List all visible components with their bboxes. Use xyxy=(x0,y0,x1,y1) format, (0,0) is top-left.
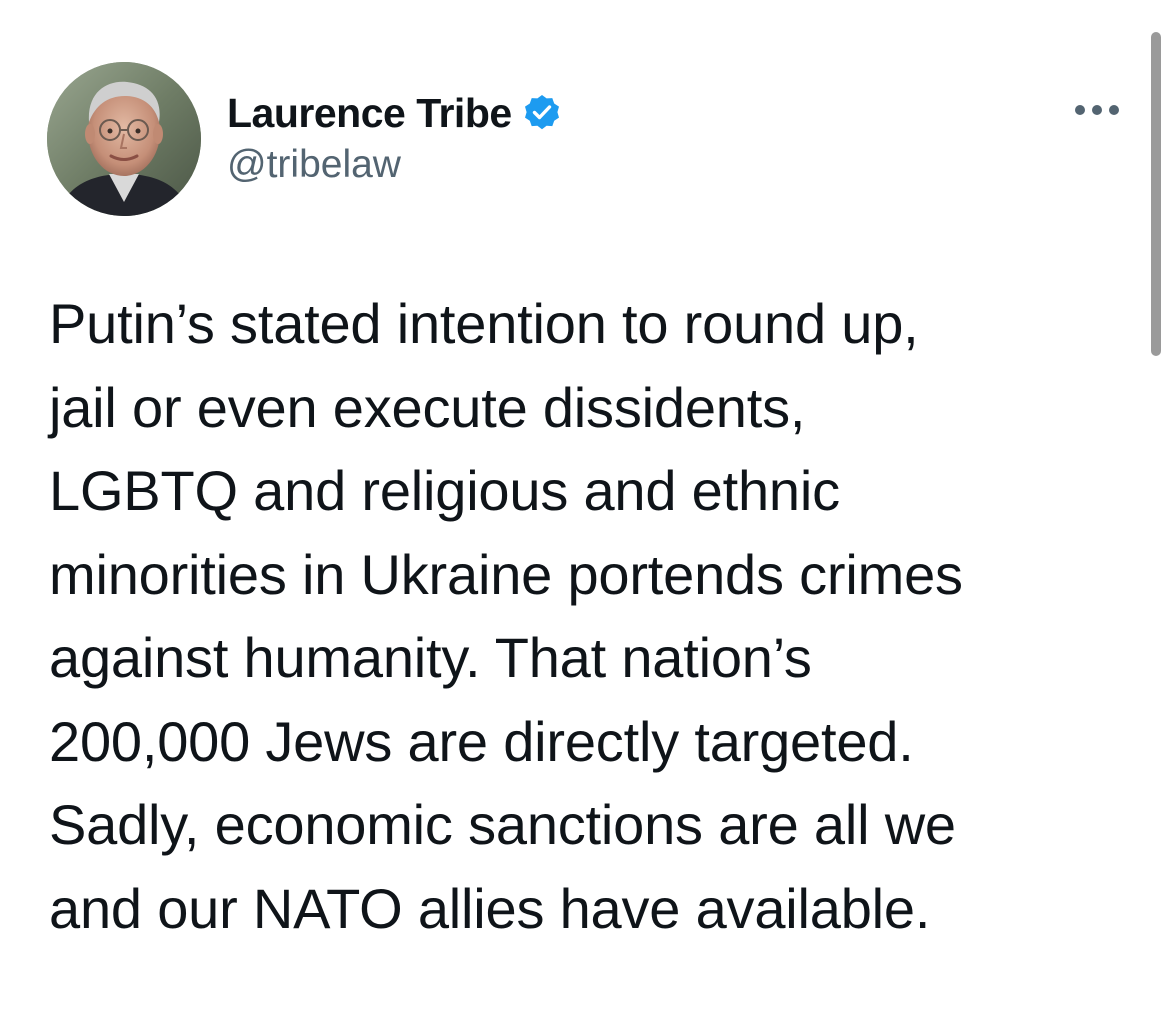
avatar-photo-icon xyxy=(47,62,201,216)
scrollbar[interactable] xyxy=(1151,32,1161,356)
verified-badge-icon xyxy=(522,93,562,133)
tweet-text: Putin’s stated intention to round up, ja… xyxy=(49,292,963,940)
more-options-icon xyxy=(1075,105,1119,115)
more-options-button[interactable] xyxy=(1068,95,1126,125)
author-name-row: Laurence Tribe xyxy=(227,88,562,138)
avatar[interactable] xyxy=(47,62,201,216)
author-display-name[interactable]: Laurence Tribe xyxy=(227,90,512,137)
author-handle[interactable]: @tribelaw xyxy=(227,143,401,187)
tweet-card: Laurence Tribe @tribelaw Putin’s stated … xyxy=(0,0,1170,1017)
